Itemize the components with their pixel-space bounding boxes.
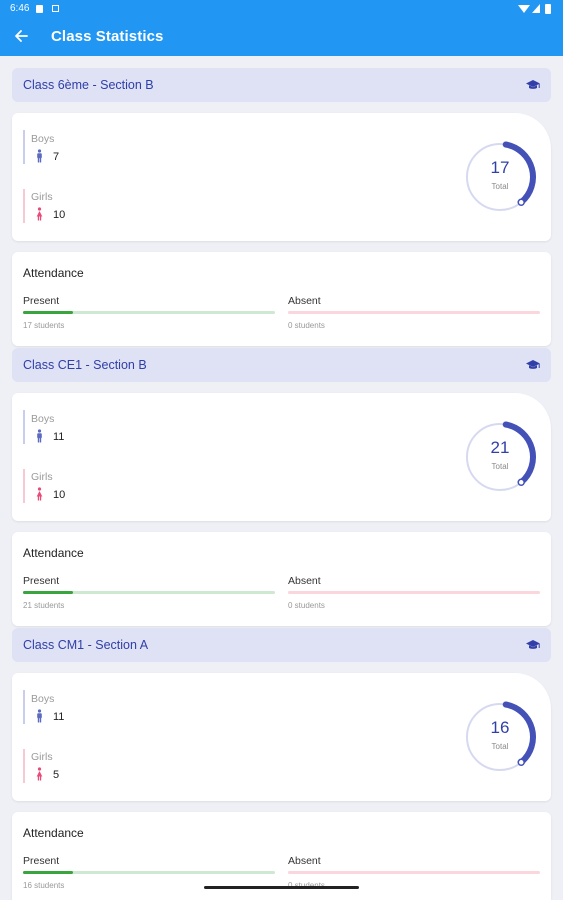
absent-count: 0 students [288, 601, 325, 610]
total-label: Total [491, 462, 509, 471]
absent-progress-track [288, 871, 540, 874]
boys-label: Boys [31, 133, 55, 145]
absent-column: Absent 0 students [288, 295, 540, 335]
class-header[interactable]: Class CE1 - Section B [12, 348, 551, 382]
home-indicator[interactable] [204, 886, 359, 889]
absent-label: Absent [288, 855, 321, 867]
present-label: Present [23, 295, 60, 307]
gender-card: Boys 11 Girls 5 16 Total [12, 673, 551, 801]
present-progress-track [23, 591, 275, 594]
class-name: Class 6ème - Section B [23, 78, 154, 92]
class-name: Class CM1 - Section A [23, 638, 149, 652]
boys-divider [23, 410, 25, 444]
girls-count: 5 [53, 769, 60, 781]
girls-label: Girls [31, 191, 53, 203]
app-bar: Class Statistics [0, 18, 563, 56]
gender-card: Boys 11 Girls 10 21 Total [12, 393, 551, 521]
present-count: 16 students [23, 881, 65, 890]
total-donut: 16 Total [464, 697, 544, 777]
present-label: Present [23, 575, 60, 587]
total-count: 16 [490, 718, 510, 737]
girls-divider [23, 749, 25, 783]
present-count: 17 students [23, 321, 65, 330]
total-label: Total [491, 182, 509, 191]
male-icon [37, 429, 42, 443]
present-label: Present [23, 855, 60, 867]
absent-label: Absent [288, 295, 321, 307]
signal-icon [532, 4, 540, 13]
notification-icon [36, 5, 43, 13]
boys-divider [23, 690, 25, 724]
absent-column: Absent 0 students [288, 855, 540, 895]
female-icon [36, 487, 43, 501]
total-label: Total [491, 742, 509, 751]
boys-count: 11 [53, 431, 65, 443]
present-count: 21 students [23, 601, 65, 610]
female-icon [36, 767, 43, 781]
absent-progress-track [288, 591, 540, 594]
absent-column: Absent 0 students [288, 575, 540, 615]
back-button[interactable] [10, 24, 32, 48]
wifi-icon [518, 5, 530, 13]
present-progress-fill [23, 871, 74, 874]
graduation-cap-icon [526, 360, 540, 369]
boys-count: 11 [53, 711, 65, 723]
male-icon [37, 709, 42, 723]
graduation-cap-icon [526, 640, 540, 649]
total-donut: 21 Total [464, 417, 544, 497]
attendance-card: Attendance Present 21 students Absent 0 … [12, 532, 551, 626]
class-header[interactable]: Class CM1 - Section A [12, 628, 551, 662]
absent-progress-track [288, 311, 540, 314]
girls-divider [23, 469, 25, 503]
graduation-cap-icon [526, 80, 540, 89]
total-count: 17 [490, 158, 510, 177]
arrow-left-icon [15, 30, 28, 42]
total-donut: 17 Total [464, 137, 544, 217]
present-progress-fill [23, 311, 74, 314]
present-column: Present 21 students [23, 575, 275, 615]
status-time: 6:46 [10, 3, 30, 14]
boys-label: Boys [31, 413, 55, 425]
battery-icon [545, 4, 551, 14]
present-progress-fill [23, 591, 74, 594]
status-bar: 6:46 [0, 0, 563, 18]
female-icon [36, 207, 43, 221]
boys-label: Boys [31, 693, 55, 705]
class-header[interactable]: Class 6ème - Section B [12, 68, 551, 102]
total-count: 21 [490, 438, 510, 457]
attendance-card: Attendance Present 17 students Absent 0 … [12, 252, 551, 346]
attendance-title: Attendance [23, 266, 84, 280]
girls-label: Girls [31, 751, 53, 763]
page-title: Class Statistics [51, 28, 164, 45]
attendance-title: Attendance [23, 546, 84, 560]
absent-count: 0 students [288, 321, 325, 330]
notification-icon-2 [52, 5, 59, 12]
class-name: Class CE1 - Section B [23, 358, 147, 372]
boys-divider [23, 130, 25, 164]
present-progress-track [23, 311, 275, 314]
present-progress-track [23, 871, 275, 874]
absent-label: Absent [288, 575, 321, 587]
boys-count: 7 [53, 151, 60, 163]
male-icon [37, 149, 42, 163]
girls-count: 10 [53, 209, 66, 221]
present-column: Present 17 students [23, 295, 275, 335]
girls-count: 10 [53, 489, 66, 501]
girls-label: Girls [31, 471, 53, 483]
present-column: Present 16 students [23, 855, 275, 895]
attendance-title: Attendance [23, 826, 84, 840]
girls-divider [23, 189, 25, 223]
gender-card: Boys 7 Girls 10 17 Total [12, 113, 551, 241]
